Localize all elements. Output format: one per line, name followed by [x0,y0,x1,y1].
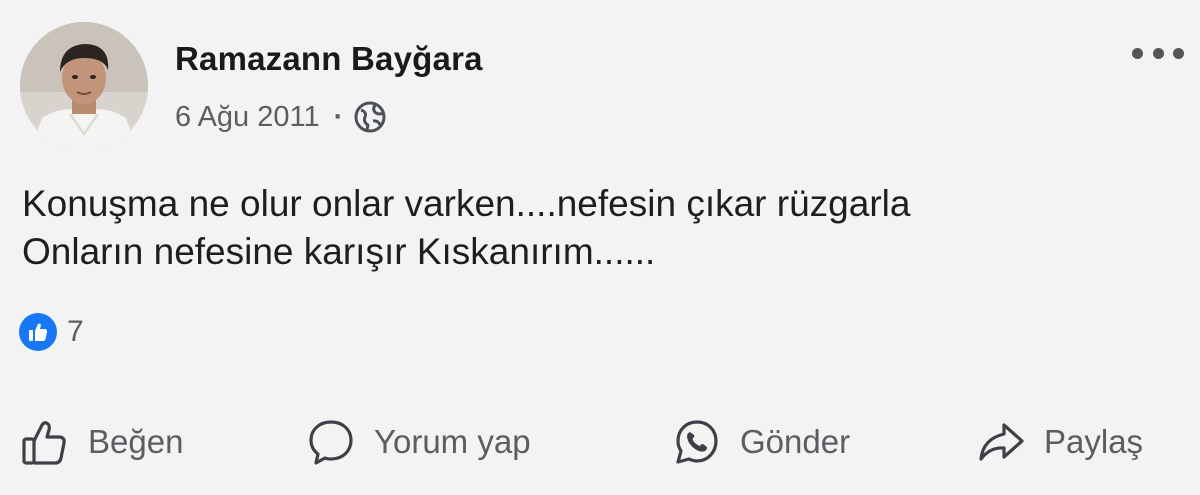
profile-photo [20,22,148,150]
like-icon [19,313,57,351]
post-text-line: Onların nefesine karışır Kıskanırım.....… [22,231,656,272]
post-date[interactable]: 6 Ağu 2011 [175,101,320,134]
thumbs-up-icon [20,417,70,467]
post-text-line: Konuşma ne olur onlar varken....nefesin … [22,183,911,224]
author-name[interactable]: Ramazann Bayğara [175,40,483,78]
send-button[interactable]: Gönder [672,410,850,474]
globe-icon [353,100,387,134]
more-options-icon[interactable] [1132,38,1184,68]
avatar[interactable] [20,22,148,150]
share-button[interactable]: Paylaş [976,410,1143,474]
comment-label: Yorum yap [374,423,531,460]
meta-separator: · [333,100,344,133]
like-button[interactable]: Beğen [20,410,183,474]
post-card: Ramazann Bayğara 6 Ağu 2011 · Konuşma ne… [0,0,1200,495]
share-arrow-icon [976,417,1026,467]
post-meta: 6 Ağu 2011 · [175,97,387,137]
comment-button[interactable]: Yorum yap [306,410,531,474]
like-label: Beğen [88,423,184,460]
whatsapp-icon [672,417,722,467]
post-text: Konuşma ne olur onlar varken....nefesin … [22,180,1172,276]
reaction-count: 7 [67,315,84,348]
more-dot [1152,47,1164,59]
reactions-summary[interactable]: 7 [19,312,84,352]
more-dot [1173,47,1184,59]
more-dot [1132,47,1143,59]
send-label: Gönder [740,423,851,460]
share-label: Paylaş [1044,423,1144,460]
action-bar: Beğen Yorum yap Gönder Paylaş [0,410,1200,474]
comment-bubble-icon [306,417,356,467]
